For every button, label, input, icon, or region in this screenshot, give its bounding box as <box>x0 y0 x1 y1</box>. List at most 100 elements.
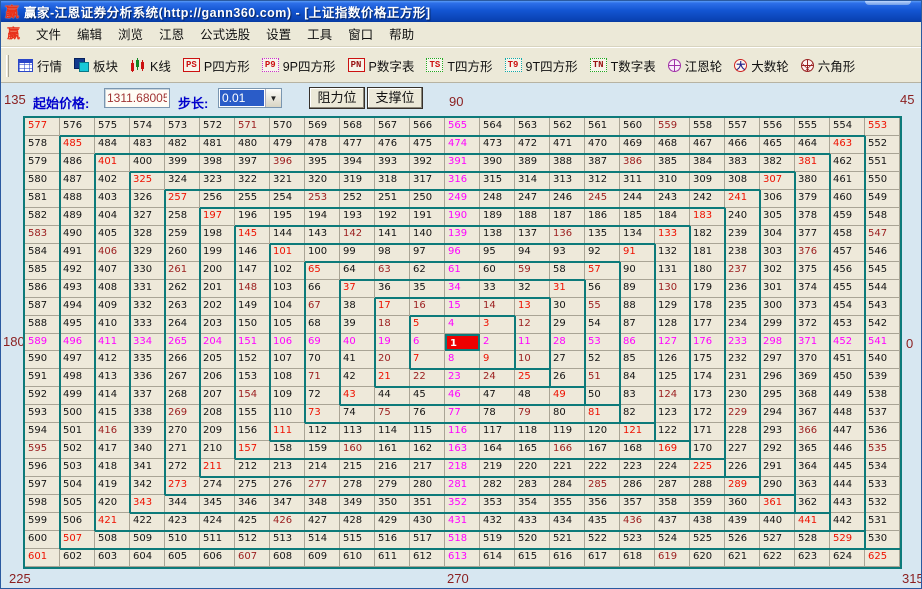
grid-cell-293[interactable]: 293 <box>760 423 795 441</box>
grid-cell-503[interactable]: 503 <box>60 459 95 477</box>
grid-cell-591[interactable]: 591 <box>25 369 60 387</box>
grid-cell-233[interactable]: 233 <box>725 334 760 352</box>
grid-cell-604[interactable]: 604 <box>130 549 165 567</box>
grid-cell-145[interactable]: 145 <box>235 226 270 244</box>
grid-cell-539[interactable]: 539 <box>865 369 900 387</box>
grid-cell-402[interactable]: 402 <box>95 172 130 190</box>
grid-cell-276[interactable]: 276 <box>270 477 305 495</box>
grid-cell-418[interactable]: 418 <box>95 459 130 477</box>
grid-cell-141[interactable]: 141 <box>375 226 410 244</box>
grid-cell-224[interactable]: 224 <box>655 459 690 477</box>
grid-cell-421[interactable]: 421 <box>95 513 130 531</box>
grid-cell-6[interactable]: 6 <box>410 334 445 352</box>
grid-cell-253[interactable]: 253 <box>305 190 340 208</box>
grid-cell-489[interactable]: 489 <box>60 208 95 226</box>
grid-cell-505[interactable]: 505 <box>60 495 95 513</box>
grid-cell-369[interactable]: 369 <box>795 369 830 387</box>
grid-cell-542[interactable]: 542 <box>865 316 900 334</box>
grid-cell-20[interactable]: 20 <box>375 351 410 369</box>
grid-cell-443[interactable]: 443 <box>830 495 865 513</box>
grid-cell-614[interactable]: 614 <box>480 549 515 567</box>
grid-cell-112[interactable]: 112 <box>305 423 340 441</box>
grid-cell-249[interactable]: 249 <box>445 190 480 208</box>
grid-cell-589[interactable]: 589 <box>25 334 60 352</box>
grid-cell-339[interactable]: 339 <box>130 423 165 441</box>
grid-cell-286[interactable]: 286 <box>620 477 655 495</box>
grid-cell-446[interactable]: 446 <box>830 441 865 459</box>
grid-cell-240[interactable]: 240 <box>725 208 760 226</box>
grid-cell-114[interactable]: 114 <box>375 423 410 441</box>
grid-cell-150[interactable]: 150 <box>235 316 270 334</box>
grid-cell-62[interactable]: 62 <box>410 262 445 280</box>
grid-cell-532[interactable]: 532 <box>865 495 900 513</box>
grid-cell-537[interactable]: 537 <box>865 405 900 423</box>
grid-cell-61[interactable]: 61 <box>445 262 480 280</box>
grid-cell-30[interactable]: 30 <box>550 298 585 316</box>
grid-cell-355[interactable]: 355 <box>550 495 585 513</box>
grid-cell-536[interactable]: 536 <box>865 423 900 441</box>
grid-cell-200[interactable]: 200 <box>200 262 235 280</box>
grid-cell-560[interactable]: 560 <box>620 118 655 136</box>
grid-cell-275[interactable]: 275 <box>235 477 270 495</box>
grid-cell-168[interactable]: 168 <box>620 441 655 459</box>
grid-cell-584[interactable]: 584 <box>25 244 60 262</box>
grid-cell-364[interactable]: 364 <box>795 459 830 477</box>
chevron-down-icon[interactable]: ▼ <box>265 89 281 107</box>
grid-cell-531[interactable]: 531 <box>865 513 900 531</box>
grid-cell-441[interactable]: 441 <box>795 513 830 531</box>
grid-cell-35[interactable]: 35 <box>410 280 445 298</box>
grid-cell-547[interactable]: 547 <box>865 226 900 244</box>
grid-cell-481[interactable]: 481 <box>200 136 235 154</box>
grid-cell-477[interactable]: 477 <box>340 136 375 154</box>
grid-cell-592[interactable]: 592 <box>25 387 60 405</box>
grid-cell-460[interactable]: 460 <box>830 190 865 208</box>
grid-cell-315[interactable]: 315 <box>480 172 515 190</box>
grid-cell-333[interactable]: 333 <box>130 316 165 334</box>
grid-cell-453[interactable]: 453 <box>830 316 865 334</box>
grid-cell-3[interactable]: 3 <box>480 316 515 334</box>
grid-cell-595[interactable]: 595 <box>25 441 60 459</box>
grid-cell-379[interactable]: 379 <box>795 190 830 208</box>
grid-cell-586[interactable]: 586 <box>25 280 60 298</box>
grid-cell-573[interactable]: 573 <box>165 118 200 136</box>
grid-cell-576[interactable]: 576 <box>60 118 95 136</box>
grid-cell-11[interactable]: 11 <box>515 334 550 352</box>
grid-cell-372[interactable]: 372 <box>795 316 830 334</box>
grid-cell-356[interactable]: 356 <box>585 495 620 513</box>
grid-cell-429[interactable]: 429 <box>375 513 410 531</box>
grid-cell-58[interactable]: 58 <box>550 262 585 280</box>
grid-cell-409[interactable]: 409 <box>95 298 130 316</box>
grid-cell-77[interactable]: 77 <box>445 405 480 423</box>
grid-cell-597[interactable]: 597 <box>25 477 60 495</box>
grid-cell-113[interactable]: 113 <box>340 423 375 441</box>
grid-cell-184[interactable]: 184 <box>655 208 690 226</box>
grid-cell-5[interactable]: 5 <box>410 316 445 334</box>
grid-cell-473[interactable]: 473 <box>480 136 515 154</box>
grid-cell-47[interactable]: 47 <box>480 387 515 405</box>
grid-cell-407[interactable]: 407 <box>95 262 130 280</box>
grid-cell-340[interactable]: 340 <box>130 441 165 459</box>
grid-cell-472[interactable]: 472 <box>515 136 550 154</box>
grid-cell-380[interactable]: 380 <box>795 172 830 190</box>
grid-cell-268[interactable]: 268 <box>165 387 200 405</box>
grid-cell-290[interactable]: 290 <box>760 477 795 495</box>
grid-cell-250[interactable]: 250 <box>410 190 445 208</box>
grid-cell-106[interactable]: 106 <box>270 334 305 352</box>
grid-cell-260[interactable]: 260 <box>165 244 200 262</box>
grid-cell-96[interactable]: 96 <box>445 244 480 262</box>
grid-cell-461[interactable]: 461 <box>830 172 865 190</box>
grid-cell-475[interactable]: 475 <box>410 136 445 154</box>
resistance-button[interactable]: 阻力位 <box>309 87 365 109</box>
grid-cell-56[interactable]: 56 <box>585 280 620 298</box>
grid-cell-326[interactable]: 326 <box>130 190 165 208</box>
grid-cell-606[interactable]: 606 <box>200 549 235 567</box>
grid-cell-457[interactable]: 457 <box>830 244 865 262</box>
grid-cell-307[interactable]: 307 <box>760 172 795 190</box>
grid-cell-328[interactable]: 328 <box>130 226 165 244</box>
grid-cell-376[interactable]: 376 <box>795 244 830 262</box>
grid-cell-420[interactable]: 420 <box>95 495 130 513</box>
grid-cell-277[interactable]: 277 <box>305 477 340 495</box>
grid-cell-221[interactable]: 221 <box>550 459 585 477</box>
grid-cell-284[interactable]: 284 <box>550 477 585 495</box>
grid-cell-519[interactable]: 519 <box>480 531 515 549</box>
